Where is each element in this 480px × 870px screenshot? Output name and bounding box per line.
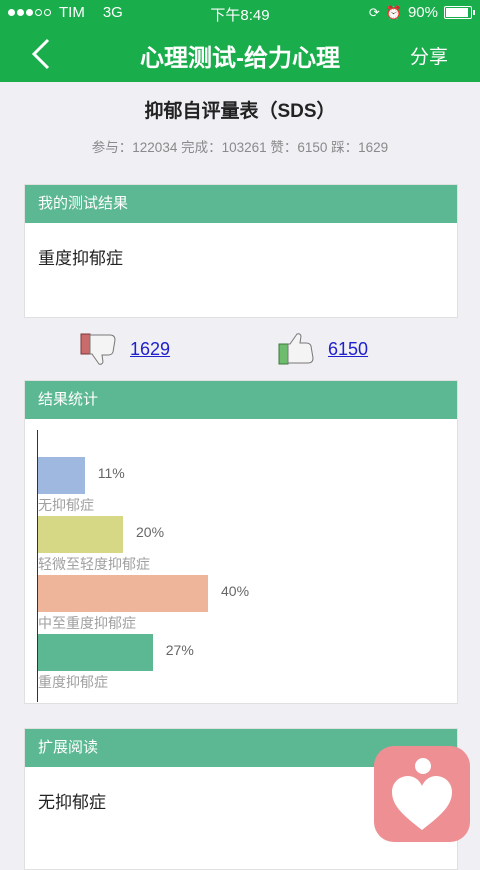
thumbs-down-icon[interactable] (80, 332, 118, 366)
dislike-count[interactable]: 1629 (130, 339, 170, 360)
result-text: 重度抑郁症 (38, 249, 123, 268)
thumbs-up-icon[interactable] (278, 332, 316, 366)
nav-title: 心理测试-给力心理 (140, 45, 340, 72)
stats-card-header: 结果统计 (25, 381, 457, 419)
app-floating-button[interactable] (374, 746, 470, 842)
chart-category-label: 重度抑郁症 (38, 674, 108, 690)
alarm-icon: ⏰ (385, 4, 402, 20)
result-card-header: 我的测试结果 (25, 185, 457, 223)
chart-category-label: 无抑郁症 (38, 497, 94, 513)
page-title: 抑郁自评量表（SDS） (144, 101, 336, 122)
battery-percent: 90% (407, 4, 438, 21)
battery-icon (444, 6, 475, 19)
chart-bar (38, 575, 208, 612)
result-card: 我的测试结果 重度抑郁症 (24, 184, 458, 318)
like-vote[interactable]: 6150 (278, 332, 368, 366)
dislike-vote[interactable]: 1629 (80, 332, 170, 366)
chart-value-label: 20% (136, 524, 165, 540)
chart-category-label: 中至重度抑郁症 (38, 615, 136, 631)
chart-bar (38, 634, 153, 671)
chart-bar (38, 516, 123, 553)
share-button[interactable]: 分享 (410, 42, 448, 69)
nav-bar: 心理测试-给力心理 分享 (0, 26, 480, 82)
participation-stats: 参与：122034 完成：103261 赞：6150 踩：1629 (91, 140, 389, 155)
lock-rotation-icon: ⟳ (368, 4, 380, 20)
chart-value-label: 40% (221, 583, 250, 599)
heart-logo-icon (392, 758, 452, 830)
chart-value-label: 27% (165, 642, 194, 658)
chart-bar (38, 457, 85, 494)
chart-value-label: 11% (97, 465, 125, 481)
status-bar: TIM 3G 下午8:49 ⟳ ⏰ 90% (0, 0, 480, 26)
like-count[interactable]: 6150 (328, 339, 368, 360)
chart-category-label: 轻微至轻度抑郁症 (38, 556, 150, 572)
result-bar-chart: 11% 无抑郁症 20% 轻微至轻度抑郁症 40% 中至重度抑郁症 27% 重度抑郁症 (24, 418, 456, 702)
